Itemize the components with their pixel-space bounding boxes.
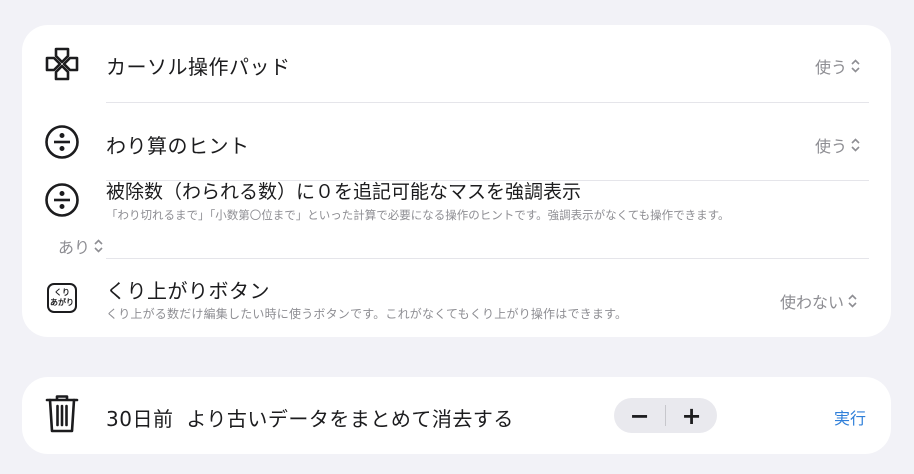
chevron-up-down-icon: [94, 239, 103, 253]
cleanup-text: より古いデータをまとめて消去する: [186, 407, 514, 431]
days-stepper[interactable]: − +: [614, 398, 717, 433]
increment-button[interactable]: +: [666, 398, 717, 433]
division-hint-row[interactable]: わり算のヒント 使う: [22, 103, 891, 181]
carry-button-row[interactable]: くり あがり くり上がりボタン くり上がる数だけ編集したい時に使うボタンです。こ…: [22, 259, 891, 337]
decrement-button[interactable]: −: [614, 398, 665, 433]
division-hint-value[interactable]: 使う: [815, 133, 860, 157]
zero-highlight-title: 被除数（わられる数）に０を追記可能なマスを強調表示: [106, 181, 582, 203]
chevron-up-down-icon: [851, 59, 860, 73]
cleanup-label: 30日前 より古いデータをまとめて消去する: [106, 403, 514, 432]
trash-icon: [43, 395, 81, 433]
carry-badge-line1: くり: [54, 288, 70, 297]
cleanup-card: 30日前 より古いデータをまとめて消去する − + 実行: [22, 377, 891, 454]
dpad-icon: [43, 45, 81, 83]
carry-button-value[interactable]: 使わない: [780, 289, 857, 313]
run-button[interactable]: 実行: [834, 405, 866, 429]
chevron-up-down-icon: [851, 138, 860, 152]
zero-highlight-row[interactable]: 被除数（わられる数）に０を追記可能なマスを強調表示 「わり切れるまで」「小数第〇…: [22, 181, 891, 259]
divide-icon: [43, 181, 81, 219]
divide-icon: [43, 123, 81, 161]
chevron-up-down-icon: [848, 294, 857, 308]
cursor-pad-value[interactable]: 使う: [815, 54, 860, 78]
carry-badge-line2: あがり: [50, 298, 74, 307]
settings-card: カーソル操作パッド 使う わり算のヒント 使う 被除数（わられる数）に０を追記可…: [22, 25, 891, 337]
carry-button-value-label: 使わない: [780, 293, 845, 312]
carry-badge-icon: くり あがり: [43, 279, 81, 317]
carry-button-subtitle: くり上がる数だけ編集したい時に使うボタンです。これがなくてもくり上がり操作はでき…: [106, 307, 628, 321]
cursor-pad-title: カーソル操作パッド: [106, 55, 291, 79]
zero-highlight-value[interactable]: あり: [58, 234, 103, 258]
carry-button-title: くり上がりボタン: [106, 279, 270, 303]
division-hint-title: わり算のヒント: [106, 134, 250, 158]
cursor-pad-row[interactable]: カーソル操作パッド 使う: [22, 25, 891, 103]
zero-highlight-subtitle: 「わり切れるまで」「小数第〇位まで」といった計算で必要になる操作のヒントです。強…: [106, 208, 730, 222]
division-hint-value-label: 使う: [815, 137, 848, 156]
cleanup-days: 30日前: [106, 407, 174, 431]
zero-highlight-value-label: あり: [58, 238, 91, 257]
cursor-pad-value-label: 使う: [815, 58, 848, 77]
